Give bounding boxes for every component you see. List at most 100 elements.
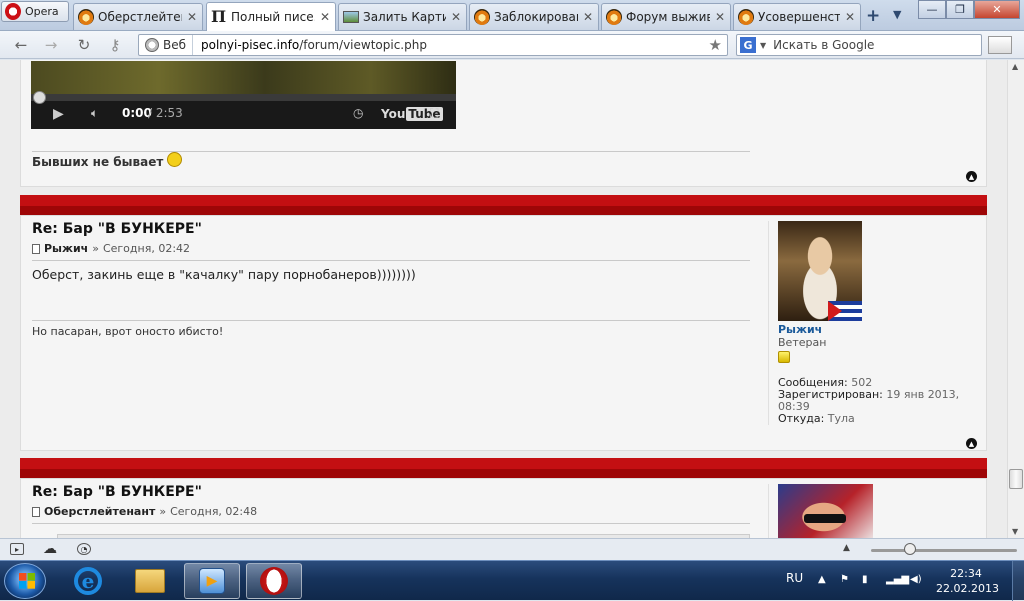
post-icon[interactable] <box>32 243 40 254</box>
post-author[interactable]: Рыжич <box>44 242 88 255</box>
scroll-up-icon[interactable]: ▲ <box>1012 62 1018 71</box>
google-icon[interactable]: G <box>740 37 756 53</box>
close-window-icon[interactable]: ✕ <box>974 0 1020 19</box>
back-icon[interactable]: ← <box>10 35 32 55</box>
reload-icon[interactable]: ↻ <box>73 35 95 55</box>
taskbar-opera[interactable] <box>246 563 302 599</box>
tray-expand-icon[interactable]: ▲ <box>818 574 832 586</box>
tab-title: Форум выжив... <box>626 10 710 24</box>
new-tab-icon[interactable]: + <box>866 6 880 26</box>
internet-explorer-icon: e <box>74 567 102 595</box>
volume-icon[interactable]: 🔈︎ <box>91 106 98 121</box>
minimize-icon[interactable]: — <box>918 0 946 19</box>
network-icon[interactable]: ▂▄▆ <box>886 574 909 586</box>
cloud-icon[interactable]: ☁︎ <box>43 541 57 557</box>
tab-close-icon[interactable]: ✕ <box>319 10 331 24</box>
tab-list-chevron-icon[interactable]: ▼ <box>893 8 901 21</box>
tab-5[interactable]: Усовершенств... ✕ <box>733 3 861 30</box>
watch-later-icon[interactable]: ◷ <box>353 106 363 120</box>
volume-icon[interactable]: ◀) <box>910 574 924 586</box>
youtube-player[interactable]: ▶ 🔈︎ 0:00 / 2:53 ◷ You Tube ⛶ <box>31 61 456 129</box>
back-to-top-icon[interactable]: ▲ <box>966 438 977 449</box>
status-bar: ▸ ☁︎ ◔ ▲ <box>0 538 1024 560</box>
divider <box>32 523 750 524</box>
url-text[interactable]: polnyi-pisec.info/forum/viewtopic.php <box>193 38 427 52</box>
windows-taskbar: e ▶ RU ▲ ⚑ ▮ ▂▄▆ ◀) 22:34 22.02.2013 <box>0 560 1024 601</box>
language-indicator[interactable]: RU <box>786 571 803 585</box>
video-scrub-handle[interactable] <box>33 91 46 104</box>
post-header-bar <box>20 458 987 478</box>
tab-title: Усовершенств... <box>758 10 840 24</box>
play-icon[interactable]: ▶ <box>53 106 64 122</box>
profile-name[interactable]: Рыжич <box>778 323 978 336</box>
safely-remove-icon[interactable]: ▮ <box>862 574 876 586</box>
tab-close-icon[interactable]: ✕ <box>186 10 198 24</box>
scroll-thumb[interactable] <box>1009 469 1023 489</box>
video-progress[interactable] <box>31 94 456 101</box>
tab-close-icon[interactable]: ✕ <box>844 10 856 24</box>
taskbar-ie[interactable]: e <box>60 563 116 599</box>
post-2: Re: Бар "В БУНКЕРЕ" Оберстлейтенант » Се… <box>20 478 987 538</box>
search-box[interactable]: G ▼ Искать в Google <box>736 34 982 56</box>
windows-logo-icon <box>19 573 35 589</box>
tab-2[interactable]: Залить Картин... ✕ <box>338 3 467 30</box>
bunker-favicon-icon <box>606 9 622 25</box>
clock[interactable]: 22:34 22.02.2013 <box>936 566 999 596</box>
image-favicon-icon <box>343 11 359 23</box>
start-button[interactable] <box>4 563 46 599</box>
fullscreen-icon[interactable]: ⛶ <box>430 106 438 121</box>
media-player-icon: ▶ <box>199 568 225 594</box>
key-icon[interactable]: ⚷ <box>104 35 126 55</box>
zoom-slider[interactable] <box>871 549 1017 552</box>
zoom-slider-handle[interactable] <box>904 543 916 555</box>
video-frame <box>31 61 456 98</box>
address-bar[interactable]: Веб polnyi-pisec.info/forum/viewtopic.ph… <box>138 34 728 56</box>
opera-menu-button[interactable]: Opera <box>1 1 69 22</box>
tab-title: Оберстлейтен... <box>98 10 182 24</box>
post-title[interactable]: Re: Бар "В БУНКЕРЕ" <box>32 221 202 237</box>
panel-toggle-icon[interactable]: ▸ <box>10 543 24 555</box>
profile-rank: Ветеран <box>778 336 827 349</box>
tab-title: Залить Картин... <box>363 10 446 24</box>
globe-icon <box>145 38 159 52</box>
web-chip[interactable]: Веб <box>139 35 194 55</box>
post-0: ▶ 🔈︎ 0:00 / 2:53 ◷ You Tube ⛶ Бывших не б… <box>20 60 987 187</box>
menu-bars-icon[interactable] <box>988 36 1012 54</box>
url-path: /forum/viewtopic.php <box>299 38 427 52</box>
tab-1[interactable]: П Полный писе... ✕ <box>206 2 336 31</box>
tab-close-icon[interactable]: ✕ <box>450 10 462 24</box>
opera-menu-label: Opera <box>25 5 59 18</box>
tab-close-icon[interactable]: ✕ <box>714 10 726 24</box>
tab-3[interactable]: Заблокирован... ✕ <box>469 3 599 30</box>
forward-icon[interactable]: → <box>40 35 62 55</box>
speed-dial-icon[interactable]: ◔ <box>77 543 91 555</box>
post-meta: Рыжич » Сегодня, 02:42 <box>32 242 190 255</box>
zoom-menu-icon[interactable]: ▲ <box>843 543 850 553</box>
vertical-scrollbar[interactable]: ▲ ▼ <box>1007 60 1024 538</box>
p-favicon-icon: П <box>211 7 227 26</box>
back-to-top-icon[interactable]: ▲ <box>966 171 977 182</box>
cuba-flag-icon <box>828 301 862 321</box>
post-author[interactable]: Оберстлейтенант <box>44 505 155 518</box>
rank-badge-icon <box>778 351 790 363</box>
maximize-icon[interactable]: ❐ <box>946 0 974 19</box>
opera-logo-icon <box>5 3 21 20</box>
signature: Бывших не бывает <box>32 151 183 169</box>
navigation-bar: ← → ↻ ⚷ Веб polnyi-pisec.info/forum/view… <box>0 31 1024 59</box>
taskbar-explorer[interactable] <box>122 563 178 599</box>
post-header-bar <box>20 195 987 215</box>
search-engine-chevron-icon[interactable]: ▼ <box>760 41 766 50</box>
scroll-down-icon[interactable]: ▼ <box>1012 527 1018 536</box>
web-chip-label: Веб <box>163 38 187 52</box>
show-desktop-button[interactable] <box>1012 561 1024 601</box>
action-center-icon[interactable]: ⚑ <box>840 574 854 586</box>
post-icon[interactable] <box>32 506 40 517</box>
tab-close-icon[interactable]: ✕ <box>582 10 594 24</box>
taskbar-media-player[interactable]: ▶ <box>184 563 240 599</box>
from-value: Тула <box>827 412 855 425</box>
tab-0[interactable]: Оберстлейтен... ✕ <box>73 3 203 30</box>
bookmark-star-icon[interactable]: ★ <box>709 36 722 54</box>
signature-text: Бывших не бывает <box>32 155 164 169</box>
post-title[interactable]: Re: Бар "В БУНКЕРЕ" <box>32 484 202 500</box>
tab-4[interactable]: Форум выжив... ✕ <box>601 3 731 30</box>
